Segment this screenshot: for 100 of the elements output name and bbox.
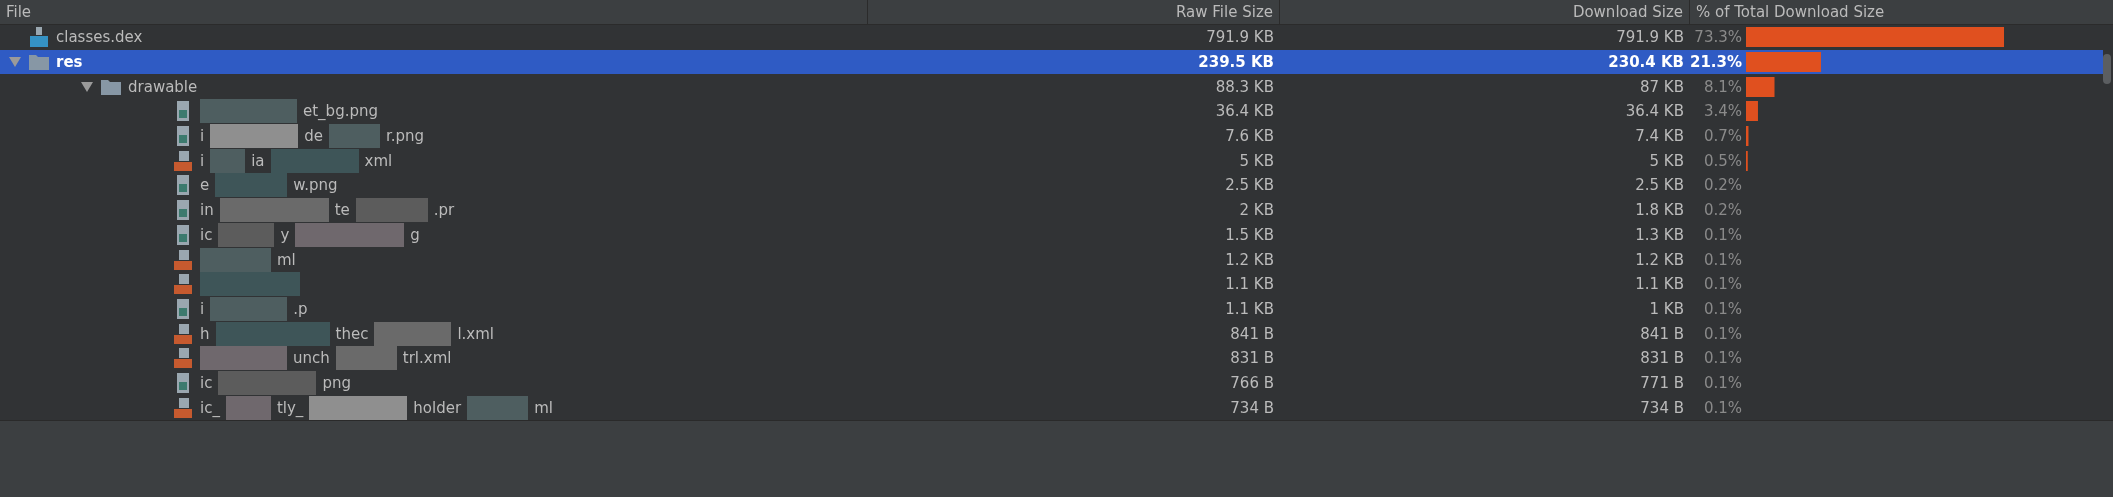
percent-value: 0.2% — [1703, 201, 1743, 220]
column-header[interactable]: Download Size — [1572, 3, 1683, 21]
file-name: ml — [277, 250, 296, 269]
file-name: l.xml — [457, 324, 494, 343]
download-size: 7.4 KB — [1635, 127, 1685, 146]
raw-size: 841 B — [1230, 324, 1275, 343]
xml-file-icon — [172, 396, 194, 419]
file-row[interactable]: classes.dex 791.9 KB 791.9 KB 73.3% — [0, 25, 2103, 50]
xml-file-icon — [172, 347, 194, 370]
file-name: unch — [293, 349, 330, 368]
column-header[interactable]: Raw File Size — [1176, 3, 1273, 21]
raw-size: 36.4 KB — [1215, 102, 1275, 121]
file-name: e — [200, 176, 210, 195]
file-row[interactable]: res 239.5 KB 230.4 KB 21.3% — [0, 49, 2103, 75]
file-row[interactable]: 1.1 KB 1.1 KB 0.1% — [0, 271, 2103, 297]
download-size: 1.3 KB — [1635, 225, 1685, 244]
download-size: 36.4 KB — [1625, 102, 1685, 121]
download-size: 831 B — [1640, 349, 1685, 368]
raw-size: 7.6 KB — [1225, 127, 1275, 146]
redaction-mark — [335, 346, 397, 371]
xml-file-icon — [172, 248, 194, 271]
file-name: in — [200, 201, 214, 220]
file-row[interactable]: in te .pr 2 KB 1.8 KB 0.2% — [0, 197, 2103, 223]
file-row[interactable]: ic y g 1.5 KB 1.3 KB 0.1% — [0, 222, 2103, 248]
download-size: 87 KB — [1640, 77, 1685, 96]
percent-value: 0.7% — [1703, 127, 1743, 146]
file-name: trl.xml — [402, 349, 452, 368]
percent-value: 21.3% — [1689, 53, 1743, 72]
file-row[interactable]: i de r.png 7.6 KB 7.4 KB 0.7% — [0, 123, 2103, 149]
file-name: ic_ — [200, 398, 220, 417]
raw-size: 734 B — [1230, 398, 1275, 417]
percent-value: 8.1% — [1703, 77, 1743, 96]
file-name: h — [200, 324, 210, 343]
download-size: 5 KB — [1649, 151, 1685, 170]
file-row[interactable]: ic png 766 B 771 B 0.1% — [0, 370, 2103, 396]
download-size: 1.1 KB — [1635, 275, 1685, 294]
raw-size: 1.1 KB — [1225, 275, 1275, 294]
file-row[interactable]: et_bg.png 36.4 KB 36.4 KB 3.4% — [0, 99, 2103, 124]
file-name: xml — [364, 151, 393, 170]
file-row[interactable]: drawable 88.3 KB 87 KB 8.1% — [0, 74, 2103, 100]
file-name: et_bg.png — [303, 102, 378, 121]
file-name: w.png — [293, 176, 338, 195]
percent-value: 0.5% — [1703, 151, 1743, 170]
file-name: png — [322, 373, 351, 392]
file-row[interactable]: i .p 1.1 KB 1 KB 0.1% — [0, 296, 2103, 322]
raw-size: 5 KB — [1239, 151, 1275, 170]
file-name: i — [200, 151, 205, 170]
download-size: 771 B — [1640, 373, 1685, 392]
file-name: drawable — [128, 77, 198, 96]
raw-size: 831 B — [1230, 349, 1275, 368]
file-name: te — [334, 201, 350, 220]
file-name: .pr — [433, 201, 455, 220]
dex-file-icon — [28, 26, 50, 49]
percent-value: 0.1% — [1703, 398, 1743, 417]
expand-arrow-icon[interactable] — [80, 80, 94, 93]
file-name: ia — [251, 151, 265, 170]
xml-file-icon — [172, 149, 194, 172]
download-size: 1 KB — [1649, 299, 1685, 318]
file-name: i — [200, 127, 205, 146]
file-row[interactable]: h thec l.xml 841 B 841 B 0.1% — [0, 321, 2103, 346]
raw-size: 1.1 KB — [1225, 299, 1275, 318]
raw-size: 1.5 KB — [1225, 225, 1275, 244]
file-name: r.png — [385, 127, 425, 146]
percent-value: 0.1% — [1703, 324, 1743, 343]
file-name: thec — [335, 324, 369, 343]
file-name: g — [410, 225, 420, 244]
raw-size: 766 B — [1230, 373, 1275, 392]
expand-arrow-icon[interactable] — [8, 56, 22, 69]
file-name: res — [56, 53, 83, 72]
file-name: ml — [534, 398, 553, 417]
download-size: 2.5 KB — [1635, 176, 1685, 195]
percent-value: 0.1% — [1703, 225, 1743, 244]
percent-value: 0.1% — [1703, 373, 1743, 392]
file-row[interactable]: i ia xml 5 KB 5 KB 0.5% — [0, 148, 2103, 174]
file-name: .p — [293, 299, 308, 318]
file-row[interactable]: ic_ tly_ holder ml 734 B 734 B 0.1% — [0, 395, 2103, 420]
file-row[interactable]: unch trl.xml 831 B 831 B 0.1% — [0, 345, 2103, 371]
scrollbar[interactable] — [2103, 54, 2111, 84]
percent-value: 0.1% — [1703, 349, 1743, 368]
percent-value: 0.1% — [1703, 250, 1743, 269]
file-row[interactable]: ml 1.2 KB 1.2 KB 0.1% — [0, 247, 2103, 272]
download-size: 1.8 KB — [1635, 201, 1685, 220]
raw-size: 88.3 KB — [1215, 77, 1275, 96]
file-name: ic — [200, 225, 213, 244]
file-name: classes.dex — [56, 28, 143, 47]
raw-size: 2 KB — [1239, 201, 1275, 220]
download-size: 1.2 KB — [1635, 250, 1685, 269]
column-header[interactable]: File — [6, 3, 32, 21]
percent-value: 0.1% — [1703, 299, 1743, 318]
raw-size: 1.2 KB — [1225, 250, 1275, 269]
percent-value: 0.2% — [1703, 176, 1743, 195]
download-size: 230.4 KB — [1608, 53, 1685, 72]
file-name: holder — [413, 398, 462, 417]
redaction-mark — [467, 395, 529, 420]
percent-value: 3.4% — [1703, 102, 1743, 121]
xml-file-icon — [172, 322, 194, 345]
download-size: 791.9 KB — [1616, 28, 1685, 47]
file-name: de — [304, 127, 323, 146]
file-row[interactable]: e w.png 2.5 KB 2.5 KB 0.2% — [0, 173, 2103, 198]
column-header[interactable]: % of Total Download Size — [1696, 3, 1885, 21]
